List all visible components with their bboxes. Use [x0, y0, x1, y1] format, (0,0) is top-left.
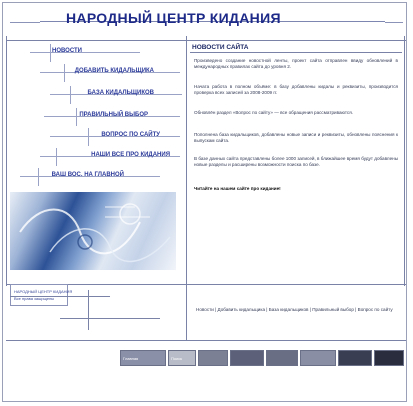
toolbar-button-icon[interactable] [266, 350, 298, 366]
toolbar-button-icon[interactable] [374, 350, 404, 366]
nav-tick [88, 128, 89, 146]
nav-tick [70, 86, 71, 104]
site-header: НАРОДНЫЙ ЦЕНТР КИДАНИЯ [40, 10, 385, 32]
toolbar-button-home[interactable]: Главная [120, 350, 166, 366]
nav-item-add[interactable]: ДОБАВИТЬ КИДАЛЬЩИКА [75, 68, 154, 74]
grid-line-right [404, 36, 405, 286]
toolbar-button-icon[interactable] [198, 350, 228, 366]
footer-info-line: НАРОДНЫЙ ЦЕНТР КИДАНИЯ [14, 289, 73, 294]
news-list: Произведено создание новостной ленты, пр… [190, 52, 402, 282]
nav-item-about[interactable]: НАШИ ВСЕ ПРО КИДАНИЯ [91, 152, 170, 158]
footer-tick [88, 290, 89, 330]
toolbar-button-icon[interactable] [300, 350, 336, 366]
nav-item-choice[interactable]: ПРАВИЛЬНЫЙ ВЫБОР [79, 112, 148, 118]
toolbar-button-icon[interactable] [338, 350, 372, 366]
grid-divider-vertical [186, 36, 187, 286]
decorative-banner-image [10, 192, 176, 270]
toolbar-button-icon[interactable] [230, 350, 264, 366]
footer-line [6, 340, 406, 341]
site-title: НАРОДНЫЙ ЦЕНТР КИДАНИЯ [66, 10, 281, 26]
nav-rule [30, 52, 140, 53]
news-item: Произведено создание новостной ленты, пр… [194, 58, 398, 69]
footer-divider [186, 284, 187, 340]
nav-item-main[interactable]: ВАШ ВОС. НА ГЛАВНОЙ [52, 172, 124, 178]
news-item: Начата работа в полном объёме: в базу до… [194, 84, 398, 95]
footer-rule [60, 318, 160, 319]
nav-item-news[interactable]: НОВОСТИ [52, 48, 82, 54]
toolbar-button-label: Поиск [171, 356, 183, 361]
toolbar-button-label: Главная [123, 356, 139, 361]
nav-menu: НОВОСТИ ДОБАВИТЬ КИДАЛЬЩИКА БАЗА КИДАЛЬЩ… [10, 40, 182, 188]
nav-item-database[interactable]: БАЗА КИДАЛЬЩИКОВ [88, 90, 154, 96]
nav-tick [38, 168, 39, 186]
footer-info-box: НАРОДНЫЙ ЦЕНТР КИДАНИЯ Все права защищен… [10, 284, 72, 306]
toolbar-button-search[interactable]: Поиск [168, 350, 196, 366]
footer-links[interactable]: Новости | Добавить кидальщика | База кид… [196, 307, 396, 313]
news-heading: НОВОСТИ САЙТА [192, 44, 249, 51]
nav-tick [64, 64, 65, 82]
header-rule-left [10, 22, 40, 23]
news-item: Обновлён раздел «Вопрос по сайту» — все … [194, 110, 353, 115]
header-rule-right [385, 22, 403, 23]
news-item: В базе данных сайта представлены более 1… [194, 156, 398, 167]
news-item: Пополнена база кидальщиков, добавлены но… [194, 132, 398, 143]
grid-line-left [6, 36, 7, 286]
footer-rule [10, 296, 110, 297]
nav-tick [56, 148, 57, 166]
nav-tick [76, 108, 77, 126]
nav-tick [50, 44, 51, 62]
nav-item-question[interactable]: ВОПРОС ПО САЙТУ [101, 132, 160, 138]
news-item-highlight[interactable]: Читайте на нашем сайте про кидание! [194, 186, 398, 192]
